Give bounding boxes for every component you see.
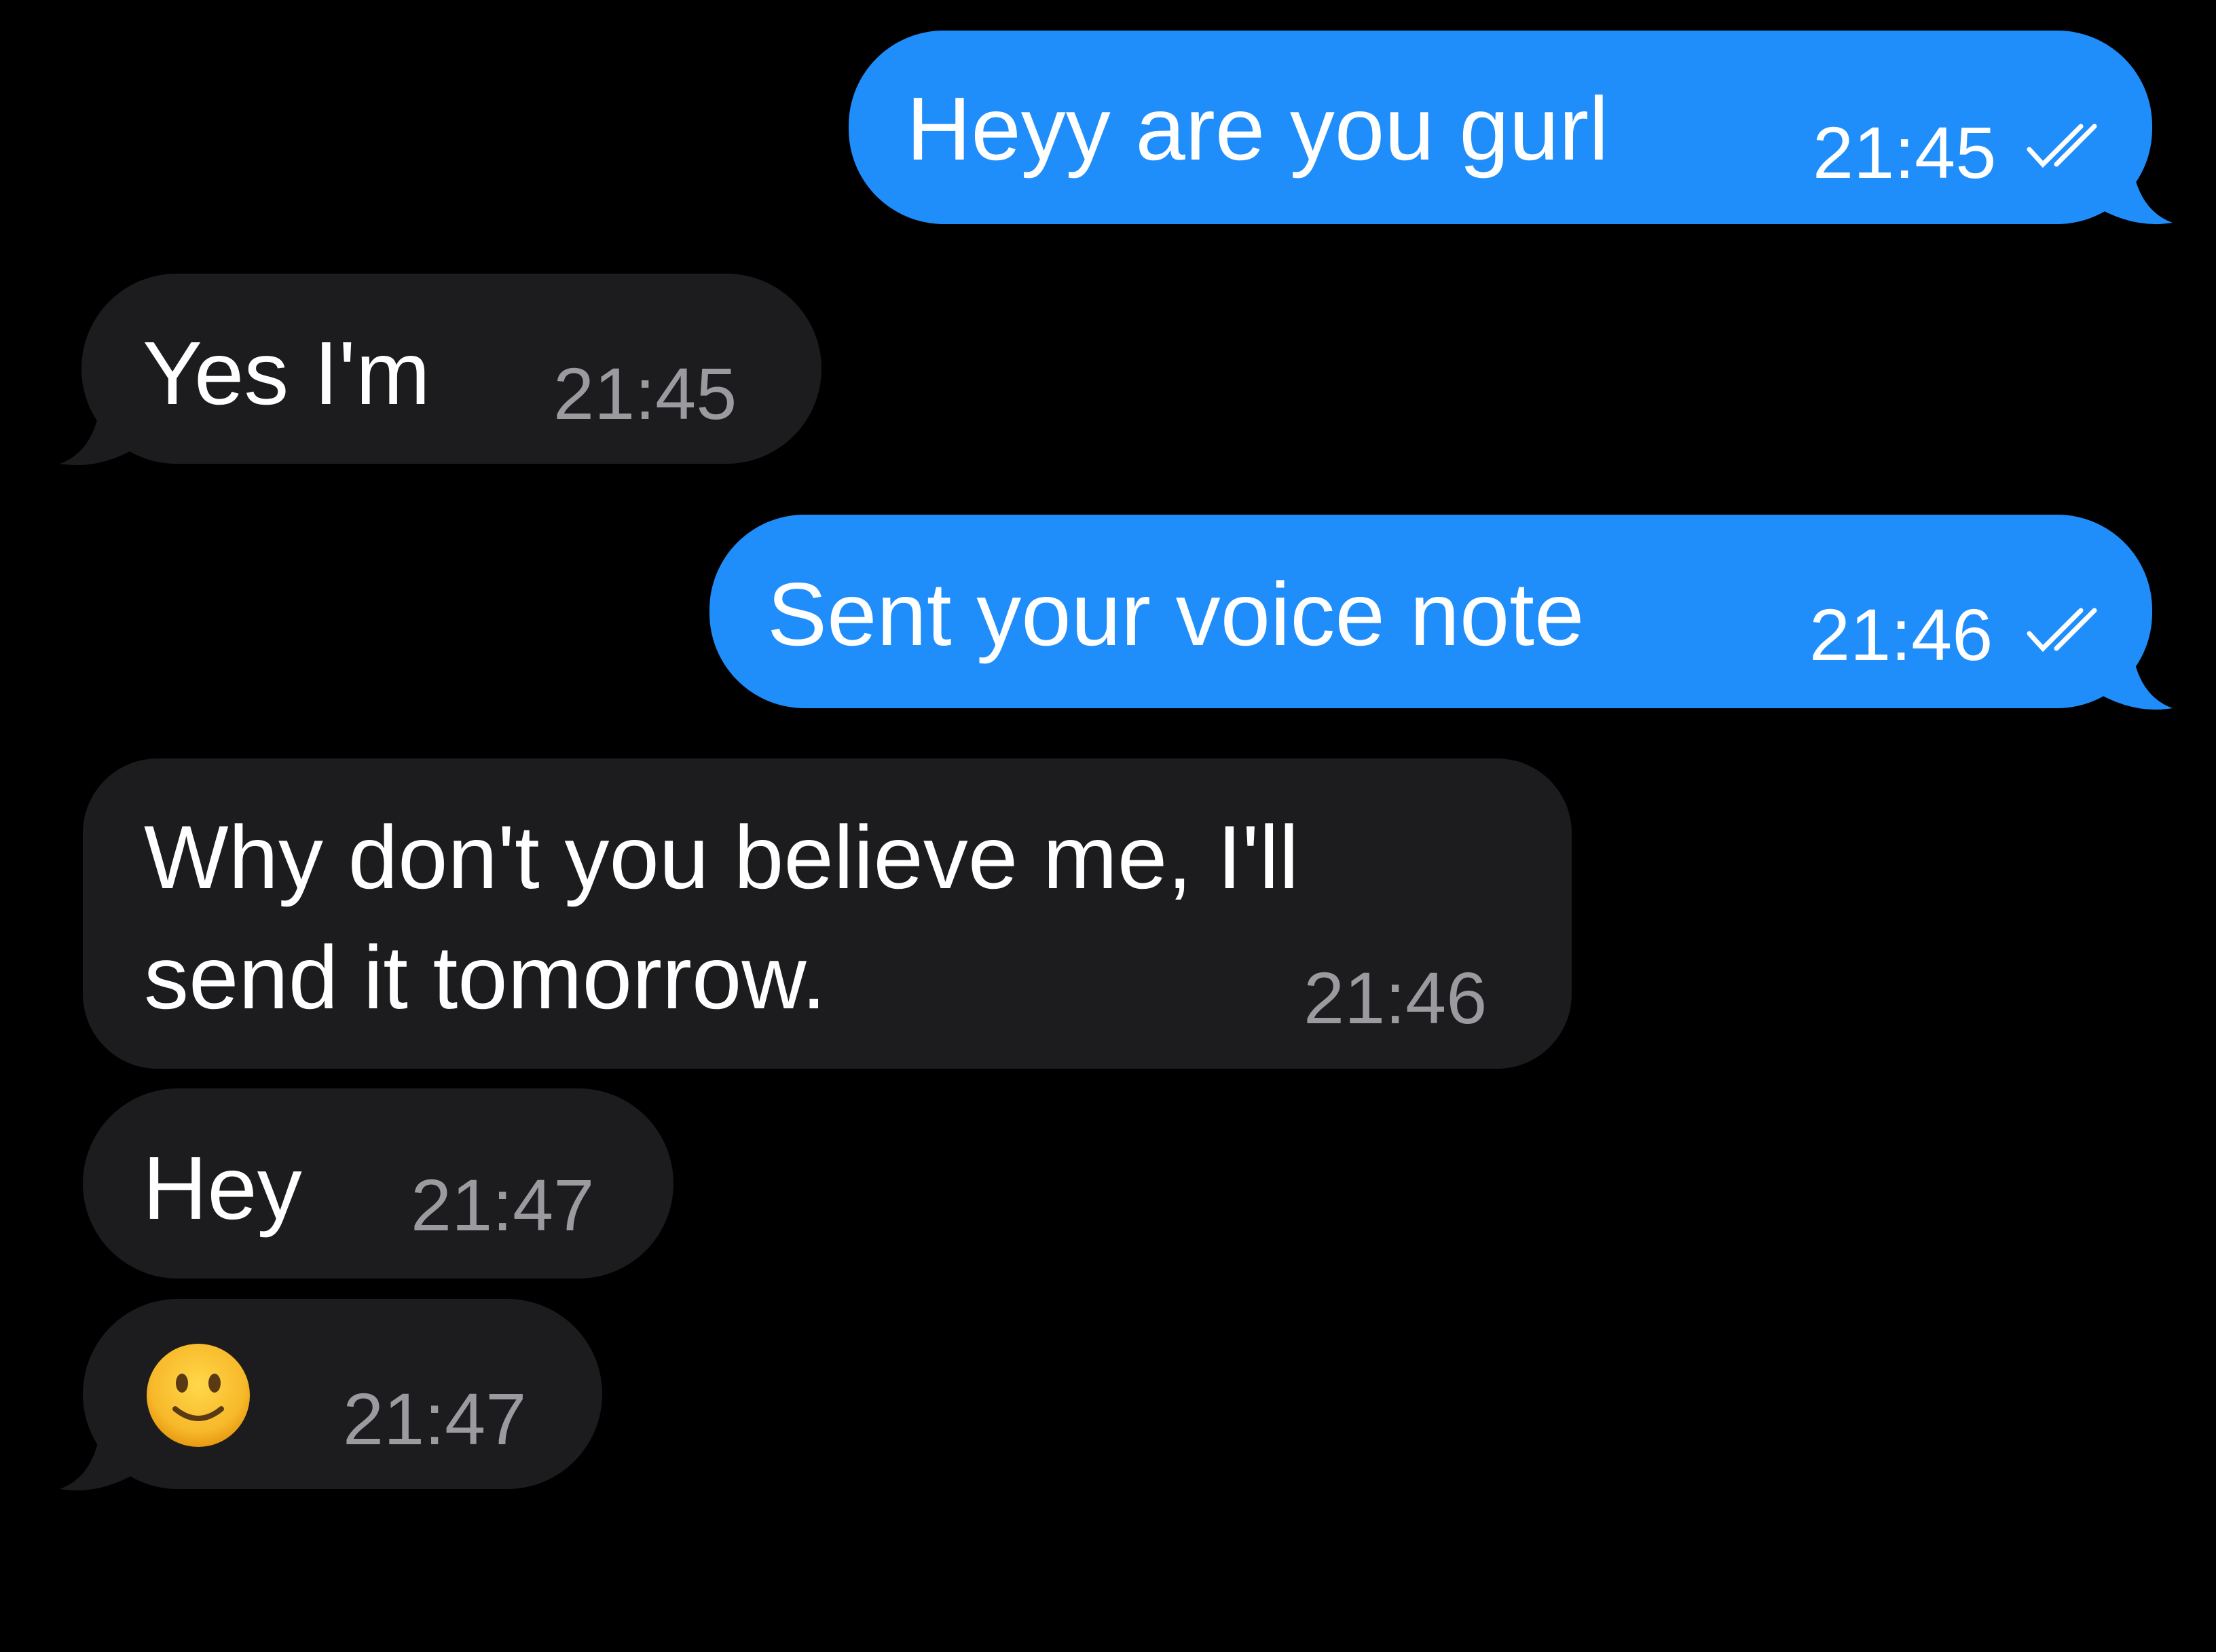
message-text-line: Why don't you believe me, I'll <box>144 807 1299 907</box>
message-timestamp: 21:47 <box>343 1378 527 1460</box>
message-timestamp: 21:47 <box>411 1164 595 1246</box>
double-check-icon <box>2027 608 2097 653</box>
double-check-icon <box>2027 124 2097 168</box>
bubble-tail-icon <box>2091 163 2173 225</box>
message-text: Yes I'm <box>143 323 430 423</box>
chat-thread: Heyy are you gurl 21:45 Yes I'm 21:45 Se… <box>0 0 2216 1652</box>
message-timestamp: 21:45 <box>553 352 737 435</box>
message-timestamp: 21:46 <box>1304 957 1488 1039</box>
slightly-smiling-face-icon <box>147 1344 250 1447</box>
bubble-tail-icon <box>60 404 141 466</box>
message-text-line: send it tomorrow. <box>144 928 827 1027</box>
message-text: Heyy are you gurl <box>906 79 1609 179</box>
bubble-tail-icon <box>2091 648 2173 710</box>
message-timestamp: 21:46 <box>1809 593 1993 676</box>
message-timestamp: 21:45 <box>1813 111 1997 194</box>
message-text: Sent your voice note <box>767 564 1585 664</box>
message-text: Hey <box>143 1138 302 1238</box>
bubble-tail-icon <box>60 1429 141 1491</box>
